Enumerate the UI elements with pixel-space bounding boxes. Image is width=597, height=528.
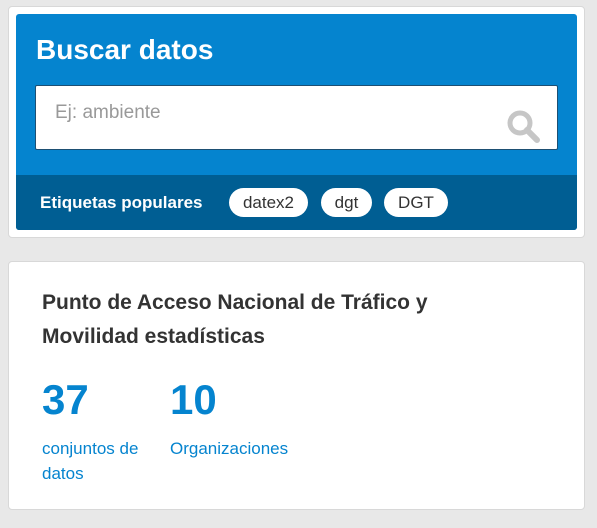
tag-datex2[interactable]: datex2 (229, 188, 308, 217)
stat-datasets-label: conjuntos de datos (42, 439, 139, 483)
search-module: Buscar datos Etiquetas populares datex2 … (8, 6, 585, 238)
stat-datasets[interactable]: 37 conjuntos de datos (42, 374, 152, 486)
stat-organizations-label: Organizaciones (170, 439, 289, 458)
tag-dgt[interactable]: dgt (321, 188, 372, 217)
popular-tags-label: Etiquetas populares (40, 193, 203, 212)
search-heading: Buscar datos (36, 34, 214, 65)
stat-organizations[interactable]: 10 Organizaciones (170, 374, 310, 461)
stat-organizations-number: 10 (170, 376, 217, 423)
popular-tags-bar: Etiquetas populares datex2 dgt DGT (16, 175, 577, 230)
search-box (35, 85, 558, 150)
search-panel: Buscar datos Etiquetas populares datex2 … (16, 14, 577, 230)
stats-title: Punto de Acceso Nacional de Tráfico y Mo… (42, 291, 428, 348)
tag-DGT[interactable]: DGT (384, 188, 448, 217)
stats-module: Punto de Acceso Nacional de Tráfico y Mo… (8, 261, 585, 510)
stat-datasets-number: 37 (42, 376, 89, 423)
search-input[interactable] (36, 86, 557, 149)
search-icon[interactable] (505, 109, 543, 145)
